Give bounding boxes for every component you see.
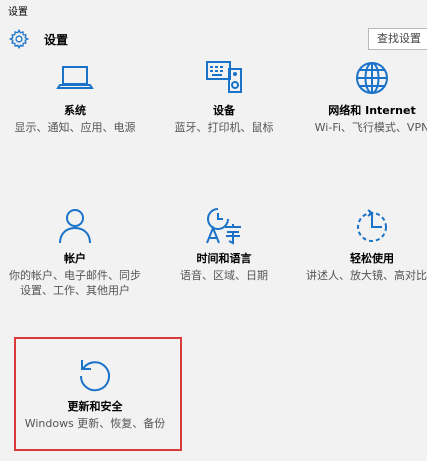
search-input[interactable]: 查找设置 <box>368 28 427 50</box>
tile-time-language[interactable]: 时间和语言 语音、区域、日期 <box>154 206 294 283</box>
tile-desc: 显示、通知、应用、电源 <box>14 121 136 134</box>
tile-ease-of-access[interactable]: 轻松使用 讲述人、放大镜、高对比度 <box>302 206 427 283</box>
tile-name: 网络和 Internet <box>328 104 416 117</box>
tile-name: 轻松使用 <box>350 252 394 265</box>
tile-desc: 你的帐户、电子邮件、同步设置、工作、其他用户 <box>9 269 141 297</box>
page-title: 设置 <box>44 32 69 47</box>
tile-accounts[interactable]: 帐户 你的帐户、电子邮件、同步设置、工作、其他用户 <box>5 206 145 298</box>
tile-desc: 蓝牙、打印机、鼠标 <box>174 121 274 134</box>
tile-network[interactable]: 网络和 Internet Wi-Fi、飞行模式、VPN <box>302 58 427 135</box>
time-language-icon <box>206 208 241 245</box>
page-header: 设置 <box>8 28 68 50</box>
tile-system[interactable]: 系统 显示、通知、应用、电源 <box>5 58 145 135</box>
laptop-icon <box>56 66 94 89</box>
window-title: 设置 <box>8 7 28 18</box>
tile-name: 系统 <box>64 104 86 117</box>
gear-icon <box>8 28 30 50</box>
accessibility-icon <box>357 209 387 242</box>
tile-devices[interactable]: 设备 蓝牙、打印机、鼠标 <box>154 58 294 135</box>
highlight-box <box>14 337 182 451</box>
person-icon <box>59 209 91 244</box>
tile-name: 时间和语言 <box>196 252 252 265</box>
tile-desc: 讲述人、放大镜、高对比度 <box>306 269 427 282</box>
tile-desc: Wi-Fi、飞行模式、VPN <box>314 121 427 134</box>
tile-desc: 语音、区域、日期 <box>180 269 268 282</box>
tile-name: 设备 <box>213 104 235 117</box>
tile-name: 帐户 <box>64 252 86 265</box>
devices-icon <box>206 61 242 93</box>
globe-icon <box>356 62 388 94</box>
